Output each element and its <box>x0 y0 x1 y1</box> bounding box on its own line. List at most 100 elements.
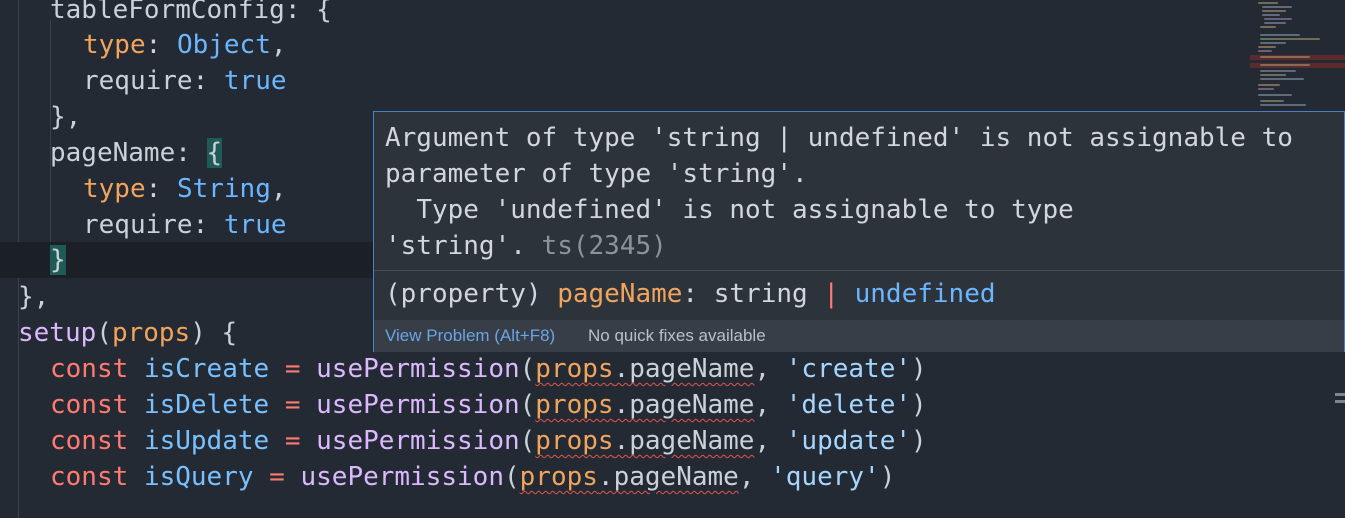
code-token: props <box>535 354 614 384</box>
hover-action-bar: View Problem (Alt+F8) No quick fixes ava… <box>374 320 1344 352</box>
minimap-line <box>1258 50 1272 52</box>
scrollbar-tick <box>1335 393 1345 396</box>
code-token: require <box>83 210 193 240</box>
code-token: const <box>50 462 129 492</box>
code-line-14[interactable]: const isQuery = usePermission(props.page… <box>0 459 1250 495</box>
code-token: : <box>192 66 224 96</box>
view-problem-link[interactable]: View Problem (Alt+F8) <box>385 320 555 352</box>
code-token: type <box>83 30 146 60</box>
signature-name: pageName <box>557 279 683 309</box>
signature-union: | <box>823 279 839 309</box>
code-token: isCreate <box>143 354 270 384</box>
no-quick-fixes-label: No quick fixes available <box>588 326 766 345</box>
minimap-line <box>1264 22 1286 24</box>
minimap-line <box>1258 94 1292 96</box>
minimap-line <box>1258 2 1278 4</box>
code-line-13[interactable]: const isUpdate = usePermission(props.pag… <box>0 423 1250 459</box>
code-token: }, <box>50 102 82 132</box>
minimap-line <box>1260 56 1310 58</box>
error-message-text: Argument of type 'string | undefined' is… <box>385 123 1293 261</box>
code-token: props <box>535 390 614 420</box>
code-line-2[interactable]: type: Object, <box>0 27 1250 63</box>
code-token: .pageName <box>597 462 739 492</box>
code-token: , <box>270 174 287 204</box>
minimap-line <box>1260 42 1286 44</box>
minimap-line <box>1258 84 1280 86</box>
code-token: , <box>270 30 287 60</box>
code-token: require <box>83 66 193 96</box>
minimap-line <box>1262 14 1280 16</box>
code-token: props <box>111 318 191 348</box>
code-token: 'create' <box>785 354 912 384</box>
minimap-line <box>1260 64 1310 66</box>
code-token: : { <box>284 0 332 25</box>
code-token: : <box>175 138 207 168</box>
code-line-12[interactable]: const isDelete = usePermission(props.pag… <box>0 387 1250 423</box>
error-message: Argument of type 'string | undefined' is… <box>385 120 1336 264</box>
code-token: pageName <box>50 138 176 168</box>
code-token: isDelete <box>143 390 270 420</box>
minimap-line <box>1258 46 1276 48</box>
minimap-line <box>1260 100 1284 102</box>
minimap-line <box>1262 10 1286 12</box>
code-token: true <box>223 210 287 240</box>
code-token: = <box>253 462 301 492</box>
code-token: ) { <box>190 318 238 348</box>
code-line-11[interactable]: const isCreate = usePermission(props.pag… <box>0 351 1250 387</box>
type-signature: (property) pageName: string | undefined <box>385 276 996 312</box>
error-code: ts(2345) <box>525 231 667 261</box>
code-token: setup <box>18 318 97 348</box>
error-squiggle[interactable]: props.pageName <box>535 390 754 420</box>
signature-undefined: undefined <box>838 279 996 309</box>
code-token: : <box>192 210 224 240</box>
minimap-line <box>1260 70 1296 72</box>
minimap-line <box>1260 74 1286 76</box>
error-squiggle[interactable]: props.pageName <box>535 426 754 456</box>
code-token: isUpdate <box>143 426 270 456</box>
code-token: type <box>83 174 146 204</box>
code-token: true <box>223 66 287 96</box>
code-token: String <box>176 174 271 204</box>
matching-brace: } <box>50 245 66 275</box>
code-token: tableFormConfig <box>50 0 285 25</box>
code-token: usePermission <box>300 462 504 492</box>
signature-type: : string <box>682 279 824 309</box>
error-squiggle[interactable]: props.pageName <box>535 354 754 384</box>
minimap-line <box>1260 38 1320 40</box>
code-token: const <box>50 390 129 420</box>
code-token: .pageName <box>613 354 755 384</box>
code-line-1[interactable]: tableFormConfig: { <box>0 0 1250 28</box>
code-token: .pageName <box>613 426 755 456</box>
code-token: = <box>269 354 317 384</box>
code-token: Object <box>176 30 271 60</box>
code-token: ( <box>96 318 112 348</box>
hover-tooltip[interactable]: Argument of type 'string | undefined' is… <box>373 111 1345 352</box>
code-token: 'query' <box>770 462 880 492</box>
code-token: usePermission <box>316 426 520 456</box>
code-token: 'delete' <box>785 390 912 420</box>
code-token: usePermission <box>316 390 520 420</box>
minimap-line <box>1260 104 1306 106</box>
code-token: usePermission <box>316 354 520 384</box>
minimap-line <box>1258 88 1274 90</box>
error-squiggle[interactable]: props.pageName <box>520 462 739 492</box>
code-token: const <box>50 354 129 384</box>
signature-prefix: (property) <box>385 279 558 309</box>
code-token: = <box>269 426 317 456</box>
code-token: .pageName <box>613 390 755 420</box>
code-token: props <box>519 462 598 492</box>
code-token: const <box>50 426 129 456</box>
code-token: isQuery <box>143 462 254 492</box>
minimap-line <box>1264 18 1292 20</box>
code-token: : <box>145 30 177 60</box>
code-token: = <box>269 390 317 420</box>
code-token: 'update' <box>785 426 912 456</box>
code-token: props <box>535 426 614 456</box>
minimap-line <box>1260 34 1300 36</box>
divider <box>374 270 1344 271</box>
code-line-3[interactable]: require: true <box>0 63 1250 99</box>
scrollbar-marker[interactable] <box>1335 393 1345 413</box>
code-token: }, <box>18 282 50 312</box>
minimap-line <box>1260 78 1304 80</box>
code-token: : <box>145 174 177 204</box>
